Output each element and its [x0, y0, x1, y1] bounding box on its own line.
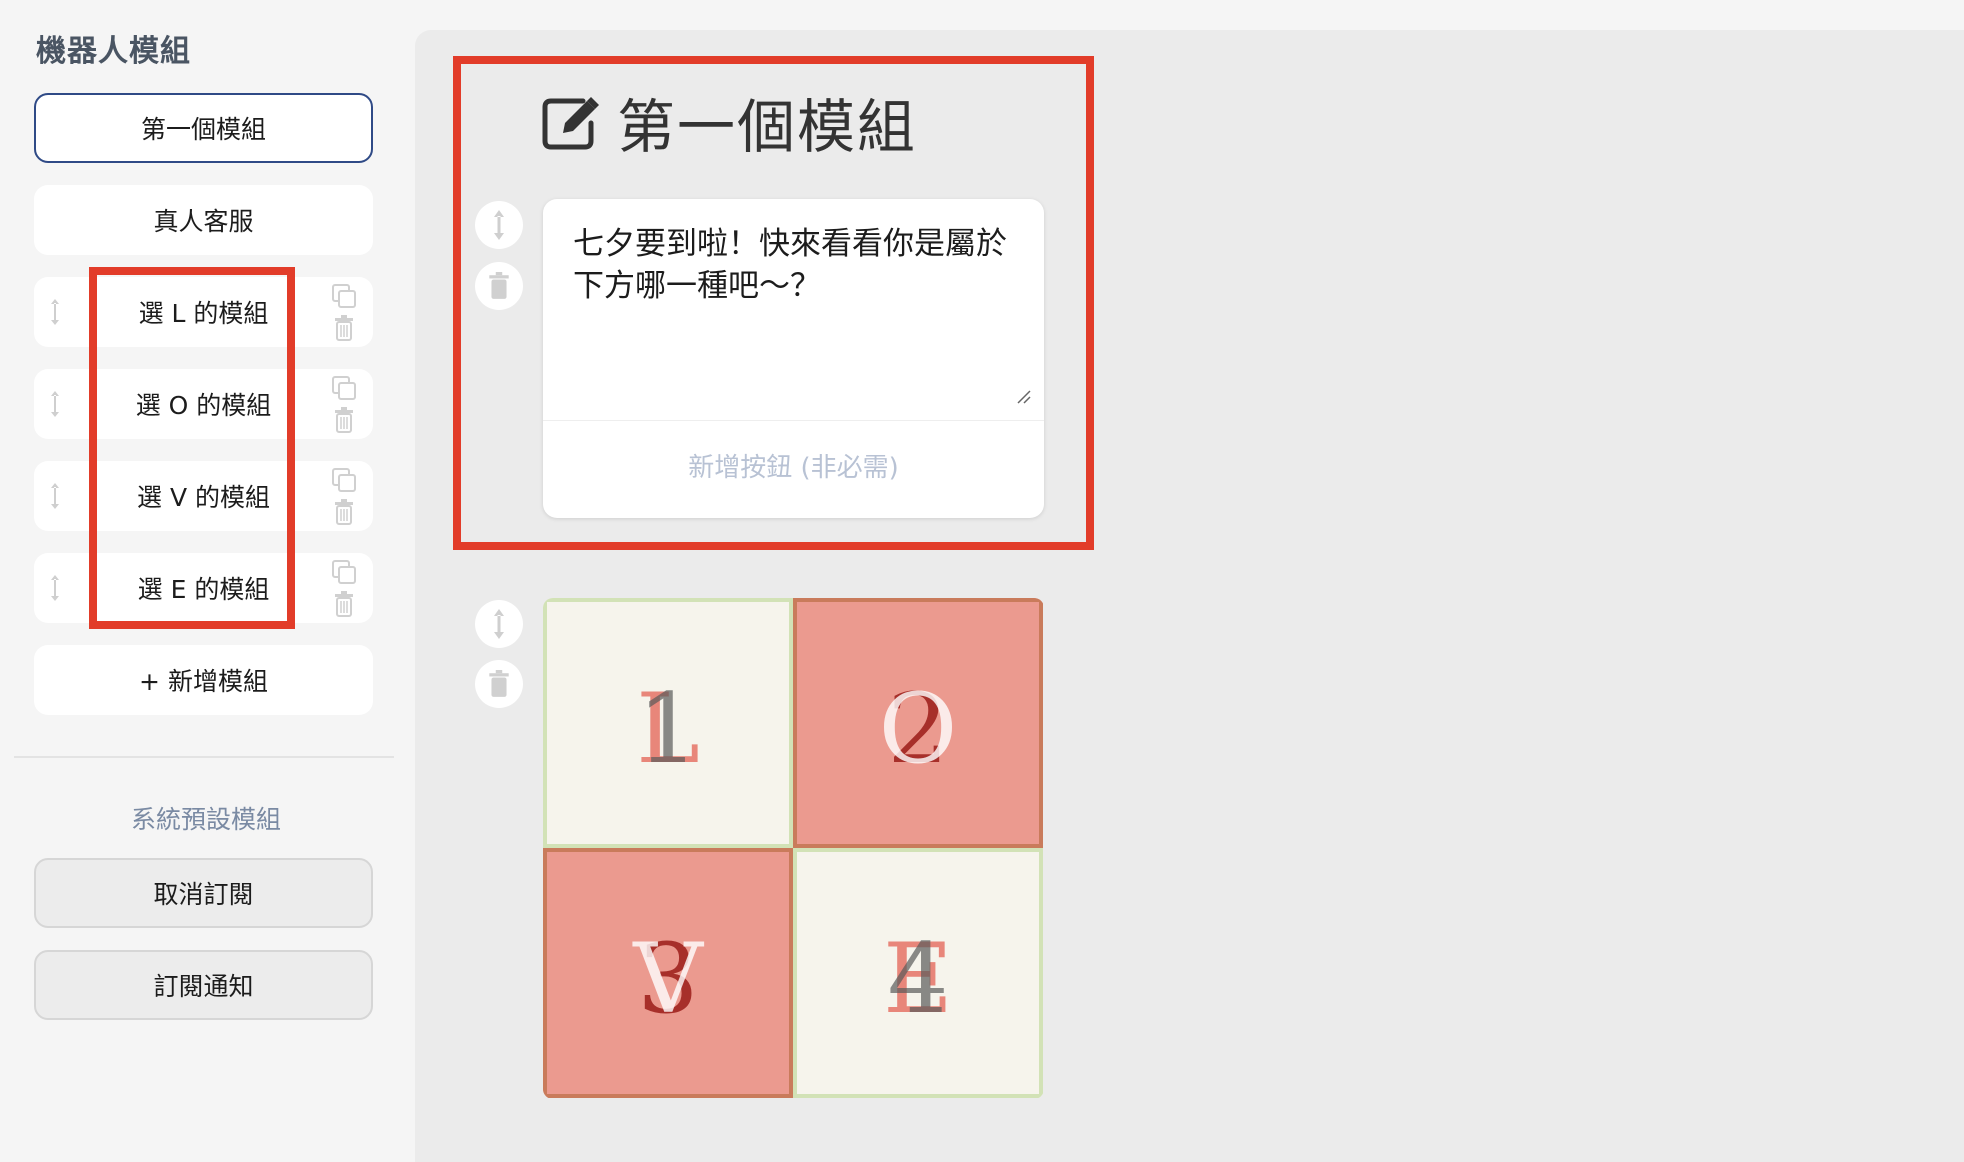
- module-button-first[interactable]: 第一個模組: [34, 93, 373, 163]
- trash-icon[interactable]: [334, 407, 354, 433]
- cell-number: 1: [637, 673, 699, 785]
- system-module-label: 訂閱通知: [153, 972, 254, 1001]
- system-modules-title: 系統預設模組: [130, 805, 281, 834]
- module-label: 選 O 的模組: [135, 391, 272, 420]
- module-header: 第一個模組: [541, 80, 917, 164]
- module-label: 選 L 的模組: [138, 299, 269, 328]
- module-button-live-agent[interactable]: 真人客服: [34, 185, 373, 255]
- add-module-label: + 新增模組: [139, 667, 268, 696]
- trash-icon: [489, 670, 509, 697]
- message-textarea[interactable]: 七夕要到啦！快來看看你是屬於下方哪一種吧～？: [573, 223, 1013, 307]
- module-label: 選 E 的模組: [137, 575, 270, 604]
- trash-icon[interactable]: [334, 315, 354, 341]
- sidebar: 機器人模組 第一個模組 真人客服 選 L 的模組 選 O 的模組 選 V 的模組…: [0, 0, 412, 1162]
- drag-handle-icon: [494, 210, 504, 240]
- drag-handle-icon[interactable]: [48, 389, 62, 419]
- drag-handle-icon[interactable]: [48, 481, 62, 511]
- grid-cell-3[interactable]: 3 V: [543, 848, 793, 1098]
- module-tools: [331, 467, 357, 525]
- copy-icon[interactable]: [331, 283, 357, 309]
- image-card-drag-button[interactable]: [475, 600, 523, 648]
- module-button-v[interactable]: 選 V 的模組: [34, 461, 373, 531]
- module-tools: [331, 283, 357, 341]
- copy-icon[interactable]: [331, 375, 357, 401]
- drag-handle-icon[interactable]: [48, 297, 62, 327]
- add-module-button[interactable]: + 新增模組: [34, 645, 373, 715]
- system-module-subscribe-notify[interactable]: 訂閱通知: [34, 950, 373, 1020]
- trash-icon[interactable]: [334, 499, 354, 525]
- sidebar-divider: [14, 756, 394, 758]
- module-label: 選 V 的模組: [137, 483, 270, 512]
- system-module-unsubscribe[interactable]: 取消訂閱: [34, 858, 373, 928]
- copy-icon[interactable]: [331, 559, 357, 585]
- copy-icon[interactable]: [331, 467, 357, 493]
- card-delete-button[interactable]: [475, 262, 523, 310]
- image-grid: L 1 2 O 3 V E 4: [543, 598, 1044, 1099]
- drag-handle-icon: [494, 609, 504, 639]
- sidebar-title: 機器人模組: [36, 34, 191, 69]
- trash-icon[interactable]: [334, 591, 354, 617]
- module-tools: [331, 559, 357, 617]
- card-drag-button[interactable]: [475, 201, 523, 249]
- trash-icon: [489, 272, 509, 299]
- module-label: 第一個模組: [140, 115, 266, 144]
- resize-handle-icon[interactable]: [1016, 389, 1032, 405]
- module-tools: [331, 375, 357, 433]
- edit-icon[interactable]: [541, 93, 599, 151]
- card-separator: [543, 420, 1044, 421]
- module-button-e[interactable]: 選 E 的模組: [34, 553, 373, 623]
- image-card-delete-button[interactable]: [475, 660, 523, 708]
- grid-cell-4[interactable]: E 4: [793, 848, 1043, 1098]
- grid-cell-1[interactable]: L 1: [543, 598, 793, 848]
- add-button-option[interactable]: 新增按鈕 (非必需): [543, 447, 1044, 484]
- drag-handle-icon[interactable]: [48, 573, 62, 603]
- module-title: 第一個模組: [617, 93, 918, 161]
- cell-letter: V: [633, 923, 703, 1035]
- grid-cell-2[interactable]: 2 O: [793, 598, 1043, 848]
- module-button-o[interactable]: 選 O 的模組: [34, 369, 373, 439]
- cell-number: 4: [887, 923, 949, 1035]
- module-label: 真人客服: [153, 207, 254, 236]
- module-button-l[interactable]: 選 L 的模組: [34, 277, 373, 347]
- system-module-label: 取消訂閱: [153, 880, 254, 909]
- cell-letter: O: [878, 673, 958, 785]
- text-message-card: 七夕要到啦！快來看看你是屬於下方哪一種吧～？ 新增按鈕 (非必需): [543, 199, 1044, 518]
